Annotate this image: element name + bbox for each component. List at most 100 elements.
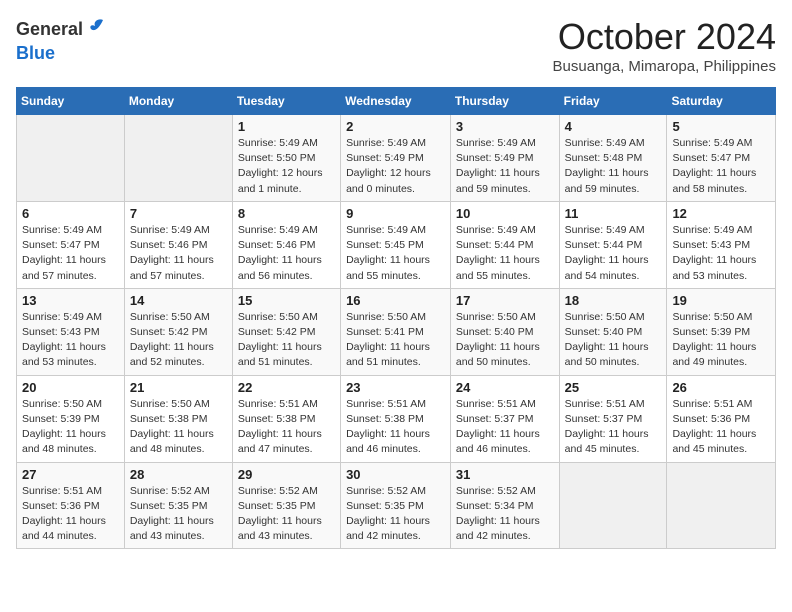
day-detail: Sunrise: 5:49 AM Sunset: 5:50 PM Dayligh… xyxy=(238,136,335,197)
day-cell-5-7 xyxy=(667,462,776,549)
day-detail: Sunrise: 5:50 AM Sunset: 5:41 PM Dayligh… xyxy=(346,310,445,371)
day-detail: Sunrise: 5:51 AM Sunset: 5:36 PM Dayligh… xyxy=(22,484,119,545)
day-number: 20 xyxy=(22,380,119,395)
day-number: 10 xyxy=(456,206,554,221)
day-cell-4-4: 23 Sunrise: 5:51 AM Sunset: 5:38 PM Dayli… xyxy=(341,375,451,462)
day-cell-3-6: 18 Sunrise: 5:50 AM Sunset: 5:40 PM Dayli… xyxy=(559,288,667,375)
day-number: 11 xyxy=(565,206,662,221)
day-number: 26 xyxy=(672,380,770,395)
weekday-thursday: Thursday xyxy=(450,88,559,115)
week-row-1: 1 Sunrise: 5:49 AM Sunset: 5:50 PM Daylig… xyxy=(17,115,776,202)
week-row-3: 13 Sunrise: 5:49 AM Sunset: 5:43 PM Dayli… xyxy=(17,288,776,375)
day-number: 30 xyxy=(346,467,445,482)
day-cell-4-7: 26Sunrise: 5:51 AM Sunset: 5:36 PM Dayli… xyxy=(667,375,776,462)
logo-general-text: General xyxy=(16,19,83,40)
day-cell-2-6: 11 Sunrise: 5:49 AM Sunset: 5:44 PM Dayli… xyxy=(559,201,667,288)
weekday-tuesday: Tuesday xyxy=(232,88,340,115)
day-number: 1 xyxy=(238,119,335,134)
day-cell-2-2: 7 Sunrise: 5:49 AM Sunset: 5:46 PM Daylig… xyxy=(124,201,232,288)
day-cell-5-1: 27 Sunrise: 5:51 AM Sunset: 5:36 PM Dayli… xyxy=(17,462,125,549)
day-number: 19 xyxy=(672,293,770,308)
day-cell-3-2: 14 Sunrise: 5:50 AM Sunset: 5:42 PM Dayli… xyxy=(124,288,232,375)
day-detail: Sunrise: 5:50 AM Sunset: 5:40 PM Dayligh… xyxy=(565,310,662,371)
logo: General Blue xyxy=(16,16,107,64)
day-cell-1-5: 3 Sunrise: 5:49 AM Sunset: 5:49 PM Daylig… xyxy=(450,115,559,202)
day-cell-2-1: 6 Sunrise: 5:49 AM Sunset: 5:47 PM Daylig… xyxy=(17,201,125,288)
day-detail: Sunrise: 5:49 AM Sunset: 5:44 PM Dayligh… xyxy=(565,223,662,284)
day-detail: Sunrise: 5:49 AM Sunset: 5:47 PM Dayligh… xyxy=(22,223,119,284)
weekday-saturday: Saturday xyxy=(667,88,776,115)
weekday-wednesday: Wednesday xyxy=(341,88,451,115)
day-detail: Sunrise: 5:51 AM Sunset: 5:37 PM Dayligh… xyxy=(456,397,554,458)
day-number: 28 xyxy=(130,467,227,482)
day-detail: Sunrise: 5:49 AM Sunset: 5:49 PM Dayligh… xyxy=(456,136,554,197)
day-cell-5-3: 29 Sunrise: 5:52 AM Sunset: 5:35 PM Dayli… xyxy=(232,462,340,549)
day-cell-4-5: 24Sunrise: 5:51 AM Sunset: 5:37 PM Dayli… xyxy=(450,375,559,462)
day-detail: Sunrise: 5:52 AM Sunset: 5:35 PM Dayligh… xyxy=(238,484,335,545)
day-number: 22 xyxy=(238,380,335,395)
day-detail: Sunrise: 5:50 AM Sunset: 5:39 PM Dayligh… xyxy=(22,397,119,458)
day-detail: Sunrise: 5:50 AM Sunset: 5:38 PM Dayligh… xyxy=(130,397,227,458)
day-number: 6 xyxy=(22,206,119,221)
day-number: 31 xyxy=(456,467,554,482)
day-number: 17 xyxy=(456,293,554,308)
calendar-table: SundayMondayTuesdayWednesdayThursdayFrid… xyxy=(16,87,776,549)
day-number: 8 xyxy=(238,206,335,221)
day-cell-3-1: 13 Sunrise: 5:49 AM Sunset: 5:43 PM Dayli… xyxy=(17,288,125,375)
weekday-header-row: SundayMondayTuesdayWednesdayThursdayFrid… xyxy=(17,88,776,115)
day-detail: Sunrise: 5:50 AM Sunset: 5:42 PM Dayligh… xyxy=(130,310,227,371)
day-number: 13 xyxy=(22,293,119,308)
weekday-friday: Friday xyxy=(559,88,667,115)
day-number: 25 xyxy=(565,380,662,395)
logo-blue-text: Blue xyxy=(16,43,55,63)
day-detail: Sunrise: 5:51 AM Sunset: 5:38 PM Dayligh… xyxy=(346,397,445,458)
day-number: 9 xyxy=(346,206,445,221)
day-cell-1-6: 4 Sunrise: 5:49 AM Sunset: 5:48 PM Daylig… xyxy=(559,115,667,202)
day-number: 21 xyxy=(130,380,227,395)
calendar-body: 1 Sunrise: 5:49 AM Sunset: 5:50 PM Daylig… xyxy=(17,115,776,549)
day-number: 14 xyxy=(130,293,227,308)
day-cell-1-3: 1 Sunrise: 5:49 AM Sunset: 5:50 PM Daylig… xyxy=(232,115,340,202)
day-number: 7 xyxy=(130,206,227,221)
day-number: 27 xyxy=(22,467,119,482)
day-cell-2-3: 8Sunrise: 5:49 AM Sunset: 5:46 PM Daylig… xyxy=(232,201,340,288)
day-detail: Sunrise: 5:49 AM Sunset: 5:46 PM Dayligh… xyxy=(130,223,227,284)
day-detail: Sunrise: 5:51 AM Sunset: 5:38 PM Dayligh… xyxy=(238,397,335,458)
header: General Blue October 2024 Busuanga, Mima… xyxy=(16,16,776,75)
day-cell-2-4: 9Sunrise: 5:49 AM Sunset: 5:45 PM Daylig… xyxy=(341,201,451,288)
day-cell-4-6: 25 Sunrise: 5:51 AM Sunset: 5:37 PM Dayli… xyxy=(559,375,667,462)
day-number: 29 xyxy=(238,467,335,482)
week-row-5: 27 Sunrise: 5:51 AM Sunset: 5:36 PM Dayli… xyxy=(17,462,776,549)
day-number: 18 xyxy=(565,293,662,308)
day-cell-4-2: 21 Sunrise: 5:50 AM Sunset: 5:38 PM Dayli… xyxy=(124,375,232,462)
week-row-2: 6 Sunrise: 5:49 AM Sunset: 5:47 PM Daylig… xyxy=(17,201,776,288)
day-cell-5-4: 30 Sunrise: 5:52 AM Sunset: 5:35 PM Dayli… xyxy=(341,462,451,549)
day-number: 2 xyxy=(346,119,445,134)
weekday-monday: Monday xyxy=(124,88,232,115)
day-detail: Sunrise: 5:49 AM Sunset: 5:43 PM Dayligh… xyxy=(22,310,119,371)
day-cell-1-1 xyxy=(17,115,125,202)
day-cell-1-7: 5Sunrise: 5:49 AM Sunset: 5:47 PM Daylig… xyxy=(667,115,776,202)
day-cell-4-3: 22 Sunrise: 5:51 AM Sunset: 5:38 PM Dayli… xyxy=(232,375,340,462)
day-detail: Sunrise: 5:49 AM Sunset: 5:44 PM Dayligh… xyxy=(456,223,554,284)
day-number: 3 xyxy=(456,119,554,134)
day-detail: Sunrise: 5:52 AM Sunset: 5:35 PM Dayligh… xyxy=(346,484,445,545)
day-detail: Sunrise: 5:50 AM Sunset: 5:42 PM Dayligh… xyxy=(238,310,335,371)
day-number: 4 xyxy=(565,119,662,134)
day-number: 23 xyxy=(346,380,445,395)
day-number: 16 xyxy=(346,293,445,308)
day-number: 15 xyxy=(238,293,335,308)
day-cell-3-3: 15 Sunrise: 5:50 AM Sunset: 5:42 PM Dayli… xyxy=(232,288,340,375)
day-cell-2-7: 12 Sunrise: 5:49 AM Sunset: 5:43 PM Dayli… xyxy=(667,201,776,288)
day-detail: Sunrise: 5:49 AM Sunset: 5:48 PM Dayligh… xyxy=(565,136,662,197)
day-cell-3-4: 16 Sunrise: 5:50 AM Sunset: 5:41 PM Dayli… xyxy=(341,288,451,375)
day-detail: Sunrise: 5:49 AM Sunset: 5:43 PM Dayligh… xyxy=(672,223,770,284)
day-number: 5 xyxy=(672,119,770,134)
day-cell-2-5: 10 Sunrise: 5:49 AM Sunset: 5:44 PM Dayli… xyxy=(450,201,559,288)
day-number: 12 xyxy=(672,206,770,221)
day-cell-5-5: 31Sunrise: 5:52 AM Sunset: 5:34 PM Dayli… xyxy=(450,462,559,549)
day-cell-5-6 xyxy=(559,462,667,549)
day-cell-3-7: 19Sunrise: 5:50 AM Sunset: 5:39 PM Dayli… xyxy=(667,288,776,375)
day-cell-1-4: 2Sunrise: 5:49 AM Sunset: 5:49 PM Daylig… xyxy=(341,115,451,202)
day-detail: Sunrise: 5:51 AM Sunset: 5:37 PM Dayligh… xyxy=(565,397,662,458)
